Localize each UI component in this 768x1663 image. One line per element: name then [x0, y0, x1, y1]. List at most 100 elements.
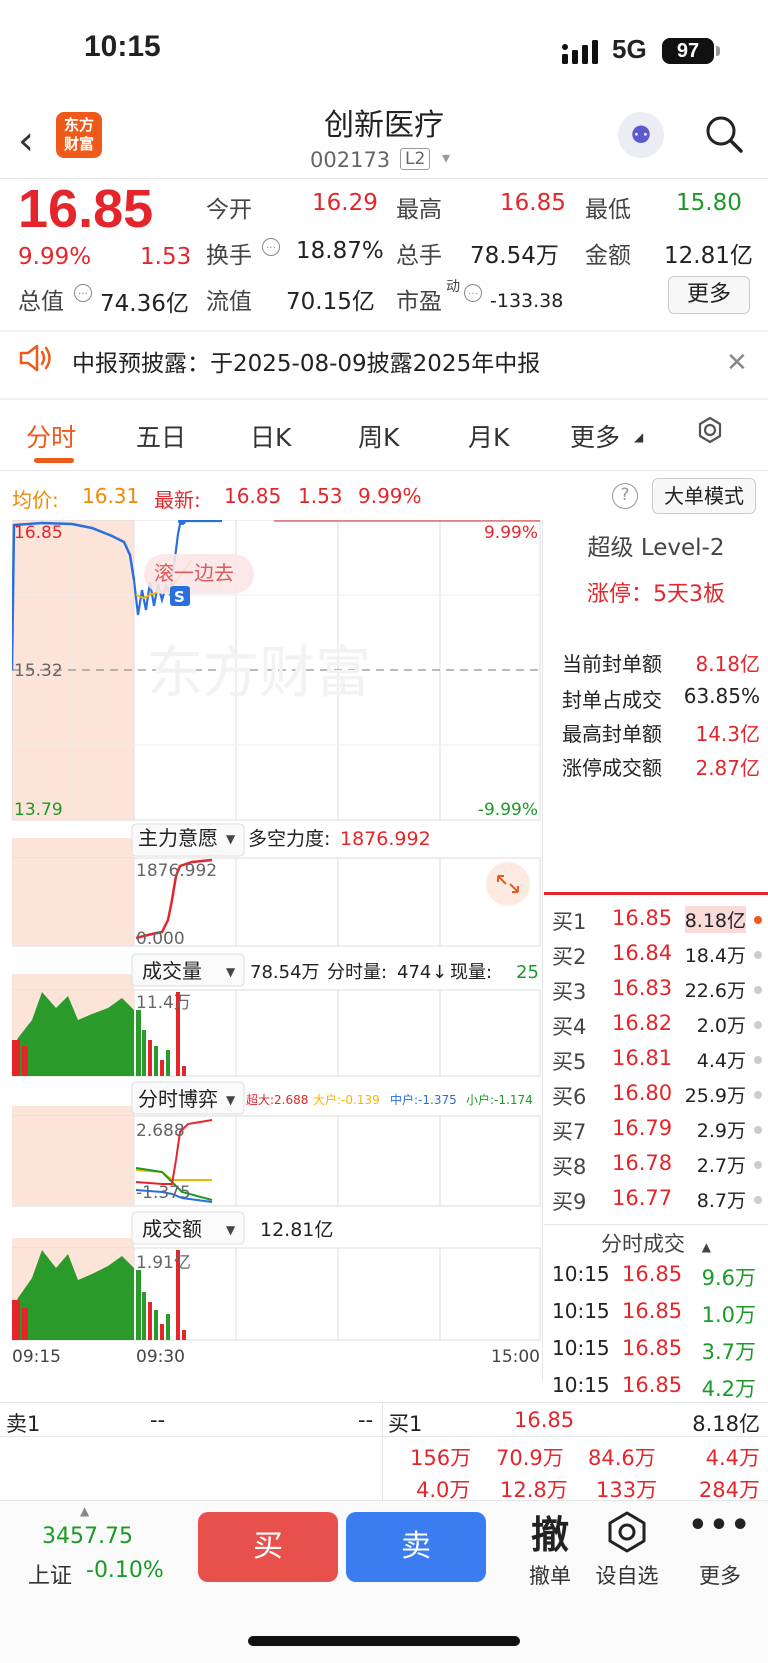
index-pct[interactable]: -0.10%: [86, 1558, 164, 1583]
float-value: 70.15亿: [286, 289, 375, 315]
order-book-price: 16.84: [612, 941, 673, 965]
tab-five-day[interactable]: 五日: [136, 418, 186, 454]
tick-price: 16.85: [622, 1373, 683, 1397]
max-seal-value: 14.3亿: [695, 722, 760, 746]
info-icon[interactable]: …: [464, 284, 482, 302]
order-dot-icon: [754, 916, 762, 924]
tick-time: 10:15: [552, 1373, 610, 1397]
amount-label: 金额: [585, 243, 631, 269]
tab-more-caret-icon: ◢: [634, 430, 644, 444]
assistant-robot-icon[interactable]: ⚉: [618, 112, 664, 158]
tick-vol: 4.2万: [701, 1377, 756, 1401]
order-book-row[interactable]: 买6 16.80 25.9万: [548, 1081, 764, 1116]
ticks-title[interactable]: 分时成交 ▲: [548, 1228, 764, 1258]
notice-text[interactable]: 中报预披露：于2025-08-09披露2025年中报: [72, 344, 540, 378]
intraday-chart[interactable]: 东方财富 滚一边去 S 16.85 15.32 13.79 9.99% -9.9…: [12, 520, 542, 1380]
svg-text:大户:-0.139: 大户:-0.139: [313, 1092, 380, 1107]
panel3-select: 分时博弈: [138, 1087, 218, 1111]
order-book-row[interactable]: 买1 16.85 8.18亿: [548, 906, 764, 941]
close-icon[interactable]: ✕: [726, 348, 748, 378]
search-icon[interactable]: [704, 114, 744, 154]
tab-more[interactable]: 更多: [570, 418, 620, 454]
index-name[interactable]: 上证: [28, 1558, 72, 1590]
pct-axis-bottom: -9.99%: [478, 800, 538, 820]
help-icon[interactable]: ?: [612, 483, 638, 509]
buy-button[interactable]: 买: [198, 1512, 338, 1582]
order-book-row[interactable]: 买4 16.82 2.0万: [548, 1011, 764, 1046]
more-label[interactable]: 更多: [680, 1560, 760, 1590]
order-book-row[interactable]: 买8 16.78 2.7万: [548, 1151, 764, 1186]
caret-down-icon[interactable]: ▾: [442, 148, 450, 167]
order-book-row[interactable]: 买9 16.77 8.7万: [548, 1186, 764, 1221]
svg-text:↓: ↓: [432, 962, 447, 983]
summary-divider: [0, 1402, 768, 1403]
quote-more-button[interactable]: 更多: [668, 276, 750, 314]
pe-superscript: 动: [446, 279, 460, 295]
order-dot-icon: [754, 1091, 762, 1099]
change-percent: 9.99%: [18, 244, 92, 270]
info-icon[interactable]: …: [262, 238, 280, 256]
order-book: 买1 16.85 8.18亿 买2 16.84 18.4万 买3 16.83 2…: [548, 906, 764, 1221]
tick-price: 16.85: [622, 1299, 683, 1323]
panel1-bottom: 0.000: [136, 929, 185, 949]
tab-weekly-k[interactable]: 周K: [358, 418, 399, 454]
order-book-label: 买9: [552, 1190, 587, 1214]
panel2-info3: 25: [516, 962, 539, 983]
caret-up-icon: ▲: [701, 1240, 711, 1254]
panel2-info2-label: 分时量:: [327, 962, 387, 983]
latest-amt: 1.53: [298, 484, 343, 508]
panel3-big-label: 超大:: [246, 1092, 274, 1107]
seal-ratio-value: 63.85%: [683, 684, 760, 708]
big-order-mode-button[interactable]: 大单模式: [652, 478, 756, 514]
price-axis-mid: 15.32: [14, 661, 63, 681]
more-dots-icon[interactable]: •••: [680, 1508, 760, 1543]
panel2-info3-label: 现量:: [450, 962, 492, 983]
cancel-order-label[interactable]: 撤单: [510, 1560, 590, 1590]
tab-intraday[interactable]: 分时: [26, 418, 76, 454]
summary-divider2: [0, 1436, 768, 1437]
open-label: 今开: [206, 197, 252, 223]
order-book-row[interactable]: 买3 16.83 22.6万: [548, 976, 764, 1011]
level-badge[interactable]: L2: [400, 148, 431, 170]
add-watchlist-label[interactable]: 设自选: [587, 1560, 667, 1590]
low-value: 15.80: [676, 190, 742, 216]
svg-text:小户:-1.174: 小户:-1.174: [466, 1092, 533, 1107]
panel3-large: -0.139: [341, 1093, 380, 1107]
add-watchlist-icon[interactable]: [605, 1510, 649, 1554]
scroll-tip: 滚一边去: [154, 561, 234, 585]
change-amount: 1.53: [140, 244, 192, 270]
x-axis-start: 09:15: [12, 1347, 61, 1367]
x-axis-open: 09:30: [136, 1347, 185, 1367]
order-dot-icon: [754, 1126, 762, 1134]
quote-divider: [0, 330, 768, 332]
status-time: 10:15: [84, 30, 161, 63]
tab-active-indicator: [34, 458, 74, 463]
panel3-small: -1.174: [494, 1093, 533, 1107]
caret-up-icon: ▲: [80, 1504, 90, 1518]
sell1-price: --: [150, 1408, 166, 1432]
order-book-row[interactable]: 买2 16.84 18.4万: [548, 941, 764, 976]
network-type: 5G: [612, 34, 647, 64]
order-book-price: 16.82: [612, 1011, 673, 1035]
limit-up-amount-value: 2.87亿: [695, 756, 760, 780]
cancel-order-icon[interactable]: 撤: [510, 1504, 590, 1559]
level2-title[interactable]: 超级 Level-2: [548, 528, 764, 562]
panel3-large-label: 大户:: [313, 1092, 341, 1107]
index-value[interactable]: 3457.75: [42, 1524, 133, 1549]
order-book-price: 16.83: [612, 976, 673, 1000]
panel1-select: 主力意愿: [138, 826, 218, 850]
order-dot-icon: [754, 951, 762, 959]
high-value: 16.85: [500, 190, 566, 216]
panel2-info1: 78.54万: [250, 962, 320, 983]
order-book-row[interactable]: 买5 16.81 4.4万: [548, 1046, 764, 1081]
latest-value: 16.85: [224, 484, 282, 508]
tick-vol: 9.6万: [701, 1266, 756, 1290]
tab-monthly-k[interactable]: 月K: [468, 418, 509, 454]
notice-divider: [0, 398, 768, 400]
info-icon[interactable]: …: [74, 284, 92, 302]
tab-daily-k[interactable]: 日K: [250, 418, 291, 454]
gear-icon[interactable]: [692, 414, 728, 450]
sell-button[interactable]: 卖: [346, 1512, 486, 1582]
order-book-price: 16.85: [612, 906, 673, 930]
order-book-row[interactable]: 买7 16.79 2.9万: [548, 1116, 764, 1151]
